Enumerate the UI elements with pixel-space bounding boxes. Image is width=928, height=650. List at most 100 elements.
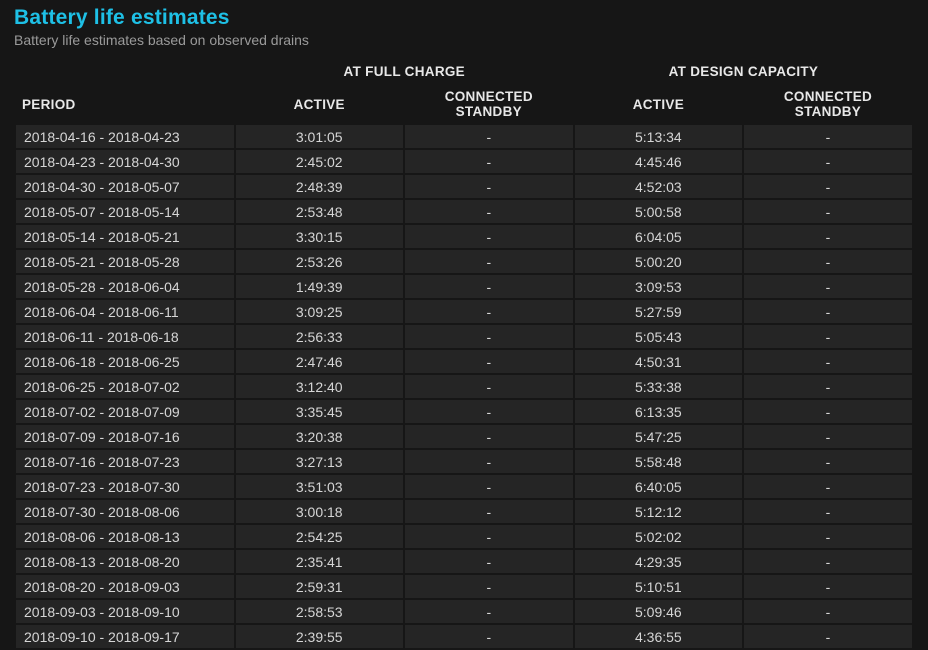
cell-full-active: 2:47:46 bbox=[236, 350, 403, 373]
table-row: 2018-05-07 - 2018-05-142:53:48-5:00:58- bbox=[16, 200, 912, 223]
cell-design-standby: - bbox=[744, 225, 912, 248]
cell-design-active: 6:04:05 bbox=[575, 225, 742, 248]
cell-period: 2018-07-23 - 2018-07-30 bbox=[16, 475, 234, 498]
cell-full-active: 2:39:55 bbox=[236, 625, 403, 648]
cell-design-standby: - bbox=[744, 250, 912, 273]
cell-design-active: 3:09:53 bbox=[575, 275, 742, 298]
cell-design-active: 5:58:48 bbox=[575, 450, 742, 473]
cell-full-standby: - bbox=[405, 575, 573, 598]
cell-design-active: 5:02:02 bbox=[575, 525, 742, 548]
cell-full-standby: - bbox=[405, 275, 573, 298]
cell-full-standby: - bbox=[405, 450, 573, 473]
cell-full-standby: - bbox=[405, 250, 573, 273]
cell-full-standby: - bbox=[405, 375, 573, 398]
cell-design-active: 4:36:55 bbox=[575, 625, 742, 648]
cell-full-active: 2:54:25 bbox=[236, 525, 403, 548]
cell-full-standby: - bbox=[405, 550, 573, 573]
cell-design-active: 5:27:59 bbox=[575, 300, 742, 323]
cell-period: 2018-04-23 - 2018-04-30 bbox=[16, 150, 234, 173]
cell-design-active: 4:50:31 bbox=[575, 350, 742, 373]
header-group-full: AT FULL CHARGE bbox=[236, 64, 573, 83]
cell-design-standby: - bbox=[744, 150, 912, 173]
cell-design-active: 6:40:05 bbox=[575, 475, 742, 498]
table-row: 2018-06-25 - 2018-07-023:12:40-5:33:38- bbox=[16, 375, 912, 398]
table-row: 2018-08-06 - 2018-08-132:54:25-5:02:02- bbox=[16, 525, 912, 548]
cell-full-standby: - bbox=[405, 150, 573, 173]
table-row: 2018-06-18 - 2018-06-252:47:46-4:50:31- bbox=[16, 350, 912, 373]
cell-design-active: 5:13:34 bbox=[575, 125, 742, 148]
cell-design-active: 5:33:38 bbox=[575, 375, 742, 398]
cell-full-standby: - bbox=[405, 475, 573, 498]
cell-full-active: 2:56:33 bbox=[236, 325, 403, 348]
cell-design-active: 4:45:46 bbox=[575, 150, 742, 173]
cell-full-standby: - bbox=[405, 525, 573, 548]
header-group-design: AT DESIGN CAPACITY bbox=[575, 64, 912, 83]
cell-full-standby: - bbox=[405, 350, 573, 373]
cell-design-standby: - bbox=[744, 600, 912, 623]
cell-full-active: 3:20:38 bbox=[236, 425, 403, 448]
table-row: 2018-07-09 - 2018-07-163:20:38-5:47:25- bbox=[16, 425, 912, 448]
table-row: 2018-05-14 - 2018-05-213:30:15-6:04:05- bbox=[16, 225, 912, 248]
cell-full-active: 2:45:02 bbox=[236, 150, 403, 173]
cell-full-active: 2:35:41 bbox=[236, 550, 403, 573]
cell-full-active: 3:35:45 bbox=[236, 400, 403, 423]
cell-period: 2018-04-30 - 2018-05-07 bbox=[16, 175, 234, 198]
cell-design-standby: - bbox=[744, 275, 912, 298]
cell-design-standby: - bbox=[744, 450, 912, 473]
cell-full-active: 2:58:53 bbox=[236, 600, 403, 623]
cell-design-standby: - bbox=[744, 375, 912, 398]
cell-design-standby: - bbox=[744, 625, 912, 648]
header-full-standby: CONNECTED STANDBY bbox=[405, 85, 573, 123]
header-design-active: ACTIVE bbox=[575, 85, 742, 123]
cell-design-active: 5:12:12 bbox=[575, 500, 742, 523]
header-period: PERIOD bbox=[16, 85, 234, 123]
cell-design-active: 5:05:43 bbox=[575, 325, 742, 348]
table-row: 2018-07-23 - 2018-07-303:51:03-6:40:05- bbox=[16, 475, 912, 498]
table-row: 2018-07-02 - 2018-07-093:35:45-6:13:35- bbox=[16, 400, 912, 423]
cell-full-standby: - bbox=[405, 600, 573, 623]
cell-design-standby: - bbox=[744, 525, 912, 548]
cell-period: 2018-09-03 - 2018-09-10 bbox=[16, 600, 234, 623]
cell-full-active: 3:27:13 bbox=[236, 450, 403, 473]
cell-period: 2018-06-11 - 2018-06-18 bbox=[16, 325, 234, 348]
cell-full-standby: - bbox=[405, 425, 573, 448]
table-row: 2018-07-16 - 2018-07-233:27:13-5:58:48- bbox=[16, 450, 912, 473]
table-row: 2018-04-23 - 2018-04-302:45:02-4:45:46- bbox=[16, 150, 912, 173]
cell-design-standby: - bbox=[744, 125, 912, 148]
cell-full-active: 1:49:39 bbox=[236, 275, 403, 298]
cell-design-standby: - bbox=[744, 300, 912, 323]
cell-period: 2018-04-16 - 2018-04-23 bbox=[16, 125, 234, 148]
cell-full-active: 3:30:15 bbox=[236, 225, 403, 248]
cell-design-active: 5:47:25 bbox=[575, 425, 742, 448]
cell-full-active: 3:01:05 bbox=[236, 125, 403, 148]
cell-design-active: 4:29:35 bbox=[575, 550, 742, 573]
cell-full-active: 2:48:39 bbox=[236, 175, 403, 198]
cell-full-standby: - bbox=[405, 200, 573, 223]
cell-period: 2018-05-14 - 2018-05-21 bbox=[16, 225, 234, 248]
cell-full-active: 2:53:26 bbox=[236, 250, 403, 273]
cell-period: 2018-07-16 - 2018-07-23 bbox=[16, 450, 234, 473]
cell-design-active: 4:52:03 bbox=[575, 175, 742, 198]
table-row: 2018-06-11 - 2018-06-182:56:33-5:05:43- bbox=[16, 325, 912, 348]
cell-design-standby: - bbox=[744, 500, 912, 523]
cell-full-standby: - bbox=[405, 225, 573, 248]
cell-period: 2018-08-20 - 2018-09-03 bbox=[16, 575, 234, 598]
cell-design-standby: - bbox=[744, 400, 912, 423]
cell-design-active: 5:10:51 bbox=[575, 575, 742, 598]
table-row: 2018-08-13 - 2018-08-202:35:41-4:29:35- bbox=[16, 550, 912, 573]
cell-full-standby: - bbox=[405, 300, 573, 323]
table-row: 2018-07-30 - 2018-08-063:00:18-5:12:12- bbox=[16, 500, 912, 523]
cell-design-standby: - bbox=[744, 175, 912, 198]
header-design-standby: CONNECTED STANDBY bbox=[744, 85, 912, 123]
cell-period: 2018-05-21 - 2018-05-28 bbox=[16, 250, 234, 273]
cell-design-active: 5:00:58 bbox=[575, 200, 742, 223]
table-row: 2018-09-03 - 2018-09-102:58:53-5:09:46- bbox=[16, 600, 912, 623]
cell-design-standby: - bbox=[744, 425, 912, 448]
cell-full-standby: - bbox=[405, 400, 573, 423]
cell-period: 2018-08-13 - 2018-08-20 bbox=[16, 550, 234, 573]
table-row: 2018-08-20 - 2018-09-032:59:31-5:10:51- bbox=[16, 575, 912, 598]
cell-full-active: 2:53:48 bbox=[236, 200, 403, 223]
cell-full-standby: - bbox=[405, 625, 573, 648]
cell-period: 2018-09-10 - 2018-09-17 bbox=[16, 625, 234, 648]
cell-design-active: 6:13:35 bbox=[575, 400, 742, 423]
